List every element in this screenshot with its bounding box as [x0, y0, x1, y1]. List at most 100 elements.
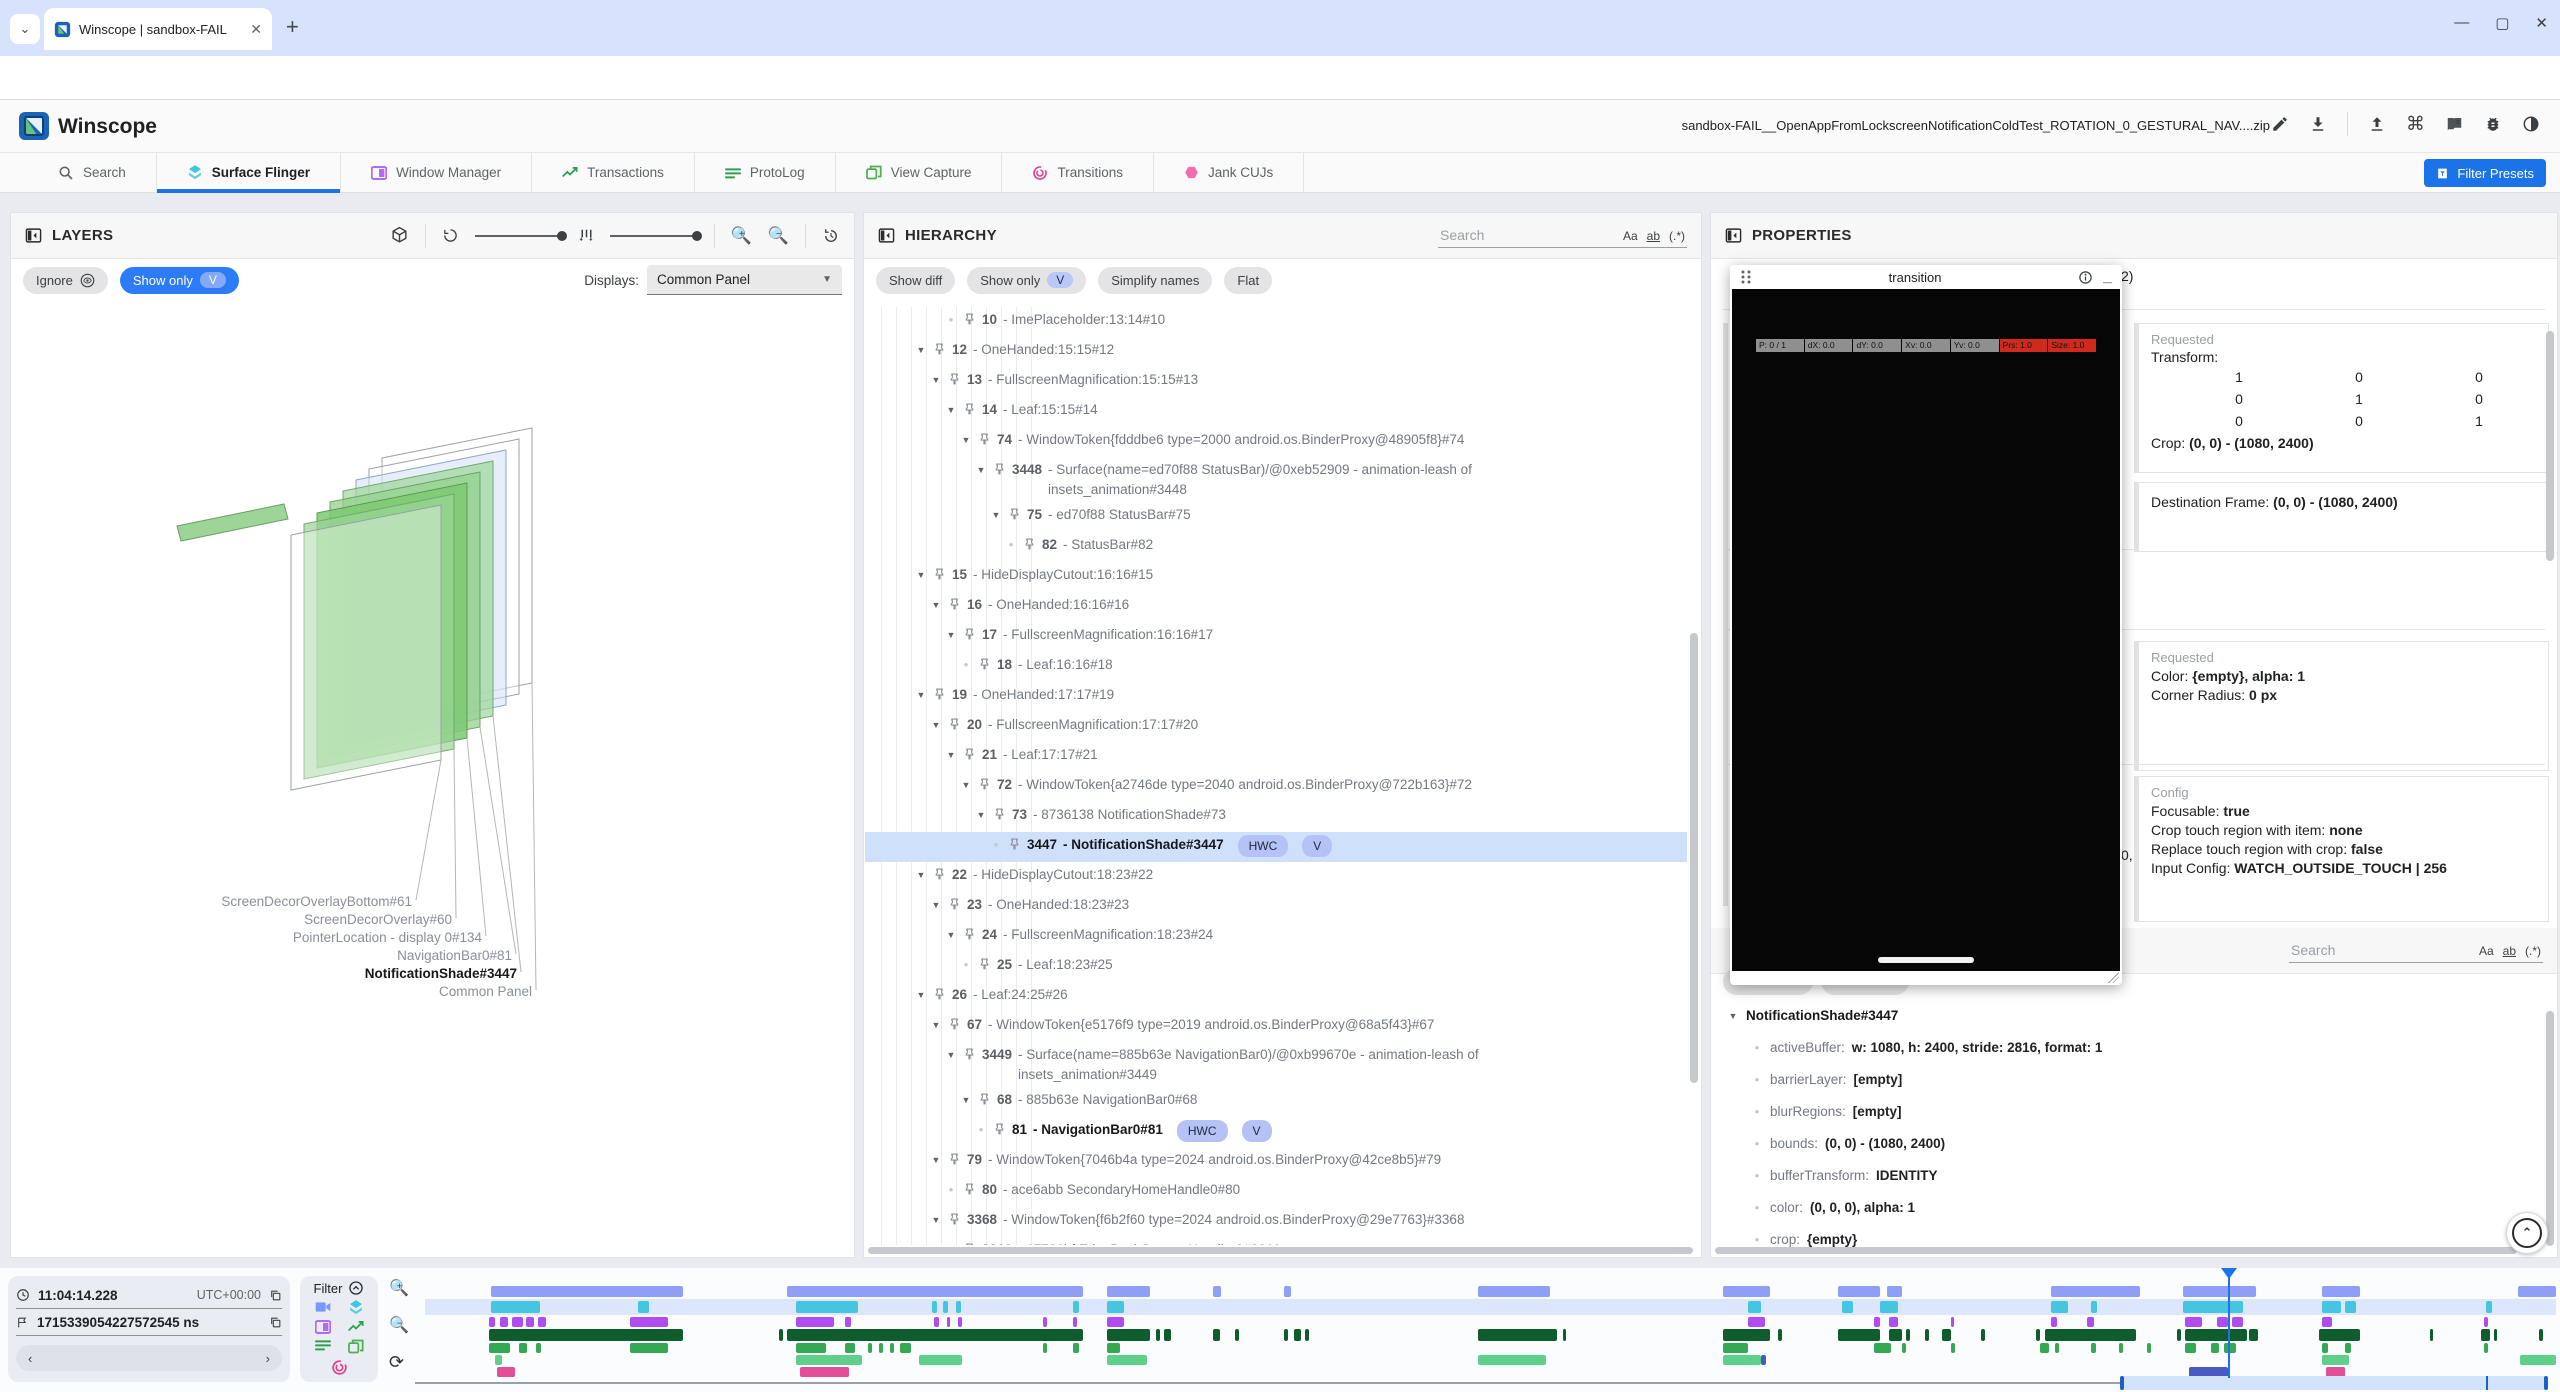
hierarchy-row-67[interactable]: ▼67- WindowToken{e5176f9 type=2019 andro… [865, 1012, 1687, 1042]
expand-arrow-icon[interactable]: ▼ [945, 400, 957, 420]
trace-entry[interactable] [1107, 1343, 1120, 1353]
show-diff-chip[interactable]: Show diff [876, 267, 955, 294]
trace-entry[interactable] [1723, 1286, 1770, 1297]
trace-entry[interactable] [1951, 1317, 1954, 1327]
property-row-buffertransform[interactable]: ●bufferTransform:IDENTITY [1727, 1163, 2537, 1195]
timeline-row-view-capture[interactable] [425, 1355, 2556, 1365]
trace-entry[interactable] [1294, 1329, 1300, 1341]
trace-entry[interactable] [1478, 1286, 1550, 1297]
trace-entry[interactable] [489, 1343, 510, 1353]
trace-entry[interactable] [2322, 1286, 2360, 1297]
resize-handle[interactable] [2108, 972, 2119, 983]
trace-entry[interactable] [890, 1343, 894, 1353]
trace-entry[interactable] [1842, 1301, 1853, 1313]
hierarchy-row-19[interactable]: ▼19- OneHanded:17:17#19 [865, 682, 1687, 712]
timeline-row-transactions[interactable] [425, 1329, 2556, 1341]
trace-entry[interactable] [1874, 1343, 1891, 1353]
trace-entry[interactable] [1164, 1329, 1170, 1341]
trace-entry[interactable] [2051, 1286, 2141, 1297]
hierarchy-row-3369[interactable]: ●3369- 67726bf EdgeBackGestureHandler0#3… [865, 1237, 1687, 1245]
trace-entry[interactable] [1838, 1286, 1881, 1297]
properties-vertical-scrollbar[interactable] [2546, 331, 2554, 561]
trace-entry[interactable] [1107, 1301, 1124, 1313]
pin-icon[interactable] [978, 658, 991, 671]
pin-icon[interactable] [993, 463, 1006, 476]
property-row-bounds[interactable]: ●bounds:(0, 0) - (1080, 2400) [1727, 1131, 2537, 1163]
trace-entry[interactable] [2217, 1317, 2228, 1327]
info-icon[interactable] [2078, 270, 2093, 285]
ns-time-field[interactable]: 1715339054227572545 ns [16, 1309, 282, 1336]
hierarchy-row-3447[interactable]: ●3447- NotificationShade#3447HWCV [865, 832, 1687, 862]
trace-entry[interactable] [1073, 1301, 1079, 1313]
trace-entry[interactable] [787, 1329, 1083, 1341]
timeline-cursor-head[interactable] [2221, 1268, 2237, 1279]
pin-icon[interactable] [978, 958, 991, 971]
tab-jank-cujs[interactable]: Jank CUJs [1154, 153, 1304, 192]
trace-entry[interactable] [2119, 1343, 2123, 1353]
expand-arrow-icon[interactable]: ▼ [915, 565, 927, 585]
trace-entry[interactable] [1043, 1343, 1047, 1353]
pin-icon[interactable] [948, 373, 961, 386]
expand-arrow-icon[interactable]: ▼ [945, 745, 957, 765]
window-manager-icon[interactable] [315, 1320, 331, 1334]
timeline-cursor[interactable] [2228, 1276, 2230, 1378]
trace-entry[interactable] [1951, 1343, 1955, 1353]
timeline-row-window-manager[interactable] [425, 1317, 2556, 1327]
trace-entry[interactable] [2539, 1329, 2543, 1341]
regex-icon[interactable]: (.*) [1669, 229, 1685, 243]
trace-entry[interactable] [2494, 1329, 2497, 1341]
displays-select[interactable]: Common Panel ▼ [647, 265, 842, 295]
trace-entry[interactable] [800, 1367, 849, 1377]
edit-icon[interactable] [2271, 115, 2289, 133]
hierarchy-row-12[interactable]: ▼12- OneHanded:15:15#12 [865, 337, 1687, 367]
layer-label-selected[interactable]: NotificationShade#3447 [365, 966, 517, 981]
next-frame-icon[interactable]: › [266, 1351, 270, 1366]
match-word-icon[interactable]: ab [2503, 944, 2516, 958]
trace-entry[interactable] [2345, 1343, 2351, 1353]
ignore-chip[interactable]: Ignore [23, 267, 108, 294]
hierarchy-row-3368[interactable]: ▼3368- WindowToken{f6b2f60 type=2024 and… [865, 1207, 1687, 1237]
pin-icon[interactable] [963, 628, 976, 641]
trace-entry[interactable] [2183, 1286, 2255, 1297]
minimize-overlay-icon[interactable]: _ [2103, 268, 2112, 286]
expand-arrow-icon[interactable]: ▼ [930, 1210, 942, 1230]
shortcuts-icon[interactable]: ⌘ [2406, 113, 2425, 136]
layer-label[interactable]: Common Panel [439, 984, 532, 999]
timeline-row-surface-flinger[interactable] [425, 1301, 2556, 1313]
minimize-icon[interactable]: — [2454, 14, 2469, 32]
trace-entry[interactable] [868, 1343, 872, 1353]
pin-icon[interactable] [933, 868, 946, 881]
trace-entry[interactable] [1889, 1317, 1898, 1327]
hierarchy-row-3448[interactable]: ▼3448- Surface(name=ed70f88 StatusBar)/@… [865, 457, 1687, 502]
tab-search[interactable]: Search [28, 153, 157, 192]
trace-entry[interactable] [2211, 1343, 2220, 1353]
trace-entry[interactable] [1284, 1286, 1291, 1297]
spacing-slider[interactable] [610, 235, 698, 237]
trace-entry[interactable] [2484, 1343, 2488, 1353]
trace-entry[interactable] [2147, 1343, 2151, 1353]
trace-entry[interactable] [1107, 1317, 1124, 1327]
trace-entry[interactable] [919, 1355, 962, 1365]
trace-entry[interactable] [2036, 1329, 2040, 1341]
trace-entry[interactable] [1478, 1329, 1557, 1341]
trace-entry[interactable] [489, 1317, 495, 1327]
trace-entry[interactable] [1925, 1329, 1929, 1341]
trace-entry[interactable] [796, 1355, 862, 1365]
trace-entry[interactable] [1723, 1329, 1770, 1341]
trace-entry[interactable] [1073, 1317, 1077, 1327]
trace-entry[interactable] [787, 1286, 1083, 1297]
trace-entry[interactable] [638, 1301, 649, 1313]
pin-icon[interactable] [948, 718, 961, 731]
expand-arrow-icon[interactable]: ▼ [990, 505, 1002, 525]
pin-icon[interactable] [948, 1153, 961, 1166]
range-handle-left[interactable] [2120, 1376, 2124, 1390]
hierarchy-row-82[interactable]: ●82- StatusBar#82 [865, 532, 1687, 562]
trace-entry[interactable] [2051, 1301, 2068, 1313]
collapse-panels-button[interactable]: ⌃ [2506, 1212, 2548, 1254]
hierarchy-row-15[interactable]: ▼15- HideDisplayCutout:16:16#15 [865, 562, 1687, 592]
expand-arrow-icon[interactable]: ▼ [975, 460, 987, 480]
trace-entry[interactable] [796, 1317, 834, 1327]
zoom-in-icon[interactable]: 🔍+ [731, 226, 752, 246]
drag-handle-icon[interactable] [1740, 269, 1752, 285]
trace-entry[interactable] [497, 1367, 514, 1377]
